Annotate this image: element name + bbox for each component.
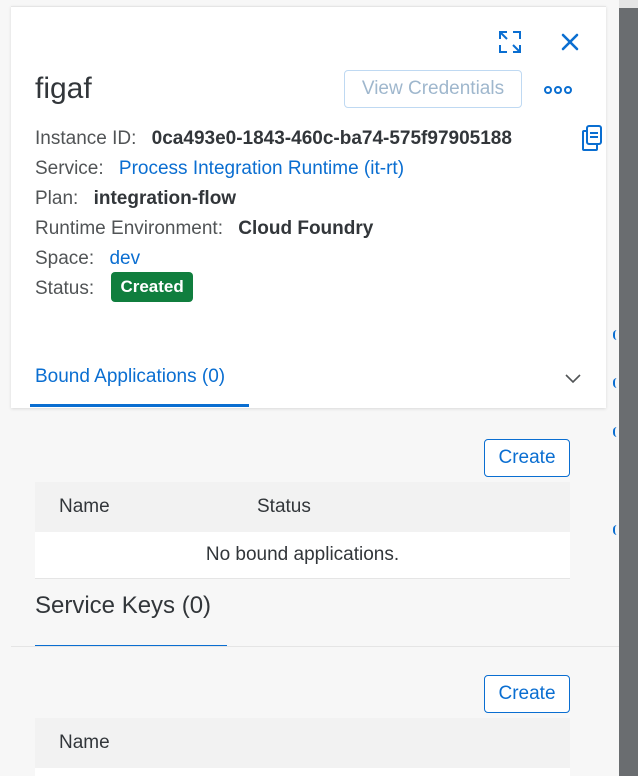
tab-selected-indicator (30, 404, 249, 407)
side-indicator (613, 525, 621, 535)
status-badge: Created (111, 272, 193, 302)
page-title: figaf (35, 72, 92, 105)
status-row: Status: Created (35, 272, 512, 314)
details-list: Instance ID: 0ca493e0-1843-460c-ba74-575… (35, 124, 512, 314)
instance-id-row: Instance ID: 0ca493e0-1843-460c-ba74-575… (35, 124, 512, 154)
instance-id-label: Instance ID: (35, 128, 137, 149)
bound-apps-table-header: Name Status (35, 482, 570, 533)
tab-bound-applications[interactable]: Bound Applications (0) (35, 366, 225, 388)
service-keys-title: Service Keys (0) (35, 592, 212, 619)
instance-id-value: 0ca493e0-1843-460c-ba74-575f97905188 (151, 128, 512, 149)
scrollbar-track-top (619, 0, 638, 8)
side-indicator (613, 330, 621, 340)
runtime-label: Runtime Environment: (35, 218, 223, 239)
create-binding-button[interactable]: Create (484, 439, 570, 477)
create-service-key-button[interactable]: Create (484, 675, 570, 713)
runtime-value: Cloud Foundry (238, 218, 374, 239)
instance-details-panel: figaf View Credentials Instance ID: 0ca4… (11, 6, 606, 408)
table-row (35, 768, 570, 776)
copy-icon[interactable] (581, 124, 603, 152)
more-icon[interactable] (541, 78, 575, 102)
plan-label: Plan: (35, 188, 79, 209)
space-row: Space: dev (35, 244, 512, 274)
chevron-down-icon[interactable] (563, 368, 583, 388)
space-link[interactable]: dev (109, 248, 140, 269)
side-indicator (613, 427, 621, 437)
service-row: Service: Process Integration Runtime (it… (35, 154, 512, 184)
column-header-status[interactable]: Status (257, 482, 311, 532)
status-label: Status: (35, 278, 95, 300)
side-indicator (613, 378, 621, 388)
panel-border (11, 6, 606, 7)
column-header-name[interactable]: Name (59, 718, 110, 768)
section-divider (11, 646, 619, 647)
close-icon[interactable] (554, 26, 586, 58)
service-keys-table-header: Name (35, 718, 570, 769)
space-label: Space: (35, 248, 95, 269)
service-keys-underline (35, 645, 227, 646)
service-link[interactable]: Process Integration Runtime (it-rt) (119, 158, 404, 179)
service-label: Service: (35, 158, 104, 179)
scrollbar[interactable] (619, 0, 638, 776)
bound-apps-empty-message: No bound applications. (35, 532, 570, 579)
runtime-row: Runtime Environment: Cloud Foundry (35, 214, 512, 244)
view-credentials-button[interactable]: View Credentials (344, 70, 522, 108)
expand-icon[interactable] (494, 26, 526, 58)
plan-row: Plan: integration-flow (35, 184, 512, 214)
plan-value: integration-flow (93, 188, 237, 209)
column-header-name[interactable]: Name (59, 482, 110, 532)
